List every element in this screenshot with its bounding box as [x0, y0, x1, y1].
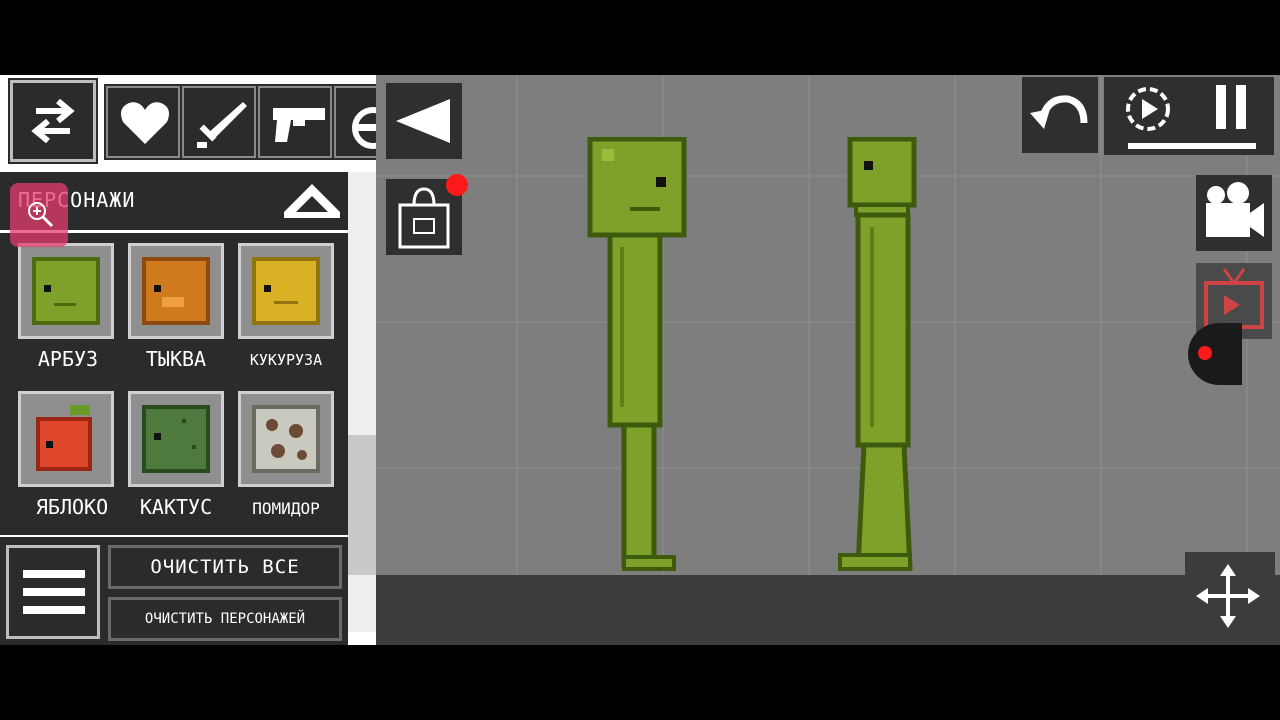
melon-character-right[interactable]: [834, 137, 924, 577]
bomb-icon: [352, 107, 376, 149]
pumpkin-head-icon: [142, 257, 210, 325]
menu-icon-bar: [23, 570, 85, 578]
spawn-menu-panel: ПЕРСОНАЖИ АРБУЗ ТЫКВА КУКУРУЗА ЯБЛОКО КА…: [0, 75, 376, 645]
item-label: КУКУРУЗА: [249, 351, 323, 369]
sword-icon: [197, 102, 247, 148]
undo-button[interactable]: [1022, 77, 1098, 153]
item-thumbnail: [18, 243, 114, 339]
move-arrows-icon: [1196, 564, 1260, 628]
pause-icon[interactable]: [1204, 77, 1264, 137]
swap-arrows-icon: [31, 99, 75, 143]
record-dot: [1198, 346, 1212, 360]
slow-motion-icon[interactable]: [1104, 77, 1184, 137]
item-thumbnail: [18, 391, 114, 487]
bottom-bar: ОЧИСТИТЬ ВСЕ ОЧИСТИТЬ ПЕРСОНАЖЕЙ: [0, 537, 348, 645]
tab-melee[interactable]: [182, 86, 256, 158]
item-thumbnail: [238, 243, 334, 339]
category-tabs-bar: [0, 75, 376, 165]
items-grid: АРБУЗ ТЫКВА КУКУРУЗА ЯБЛОКО КАКТУС ПОМИД…: [0, 233, 348, 535]
video-camera-icon: [1206, 182, 1264, 237]
tab-explosives[interactable]: [334, 86, 376, 158]
screen-record-bubble[interactable]: [1188, 323, 1242, 385]
triangle-left-icon: [396, 99, 450, 143]
tab-living[interactable]: [106, 86, 180, 158]
heart-icon: [121, 102, 169, 144]
item-label: КАКТУС: [139, 495, 213, 519]
time-scale-bar: [1128, 143, 1256, 149]
move-button[interactable]: [1185, 552, 1275, 642]
menu-button[interactable]: [6, 545, 100, 639]
melon-character-left[interactable]: [586, 137, 696, 577]
watermelon-head-icon: [32, 257, 100, 325]
game-screen: ПЕРСОНАЖИ АРБУЗ ТЫКВА КУКУРУЗА ЯБЛОКО КА…: [0, 75, 1280, 645]
camera-button[interactable]: [1196, 175, 1272, 251]
item-label: ТЫКВА: [145, 347, 207, 371]
category-tabs: [104, 84, 376, 160]
clear-all-button[interactable]: ОЧИСТИТЬ ВСЕ: [108, 545, 342, 589]
chevron-up-icon[interactable]: [282, 182, 342, 222]
floor: [376, 575, 1280, 645]
tomato-jar-icon: [252, 405, 320, 473]
zoom-button[interactable]: [10, 183, 68, 247]
undo-icon: [1030, 95, 1088, 129]
item-thumbnail: [238, 391, 334, 487]
notification-dot: [446, 174, 468, 196]
swap-button[interactable]: [8, 78, 98, 164]
item-thumbnail: [128, 391, 224, 487]
cactus-head-icon: [142, 405, 210, 473]
hide-menu-button[interactable]: [386, 83, 462, 159]
apple-head-icon: [36, 405, 92, 471]
clear-characters-button[interactable]: ОЧИСТИТЬ ПЕРСОНАЖЕЙ: [108, 597, 342, 641]
item-thumbnail: [128, 243, 224, 339]
item-label: АРБУЗ: [37, 347, 99, 371]
corn-head-icon: [252, 257, 320, 325]
tab-firearms[interactable]: [258, 86, 332, 158]
menu-icon-bar: [23, 588, 85, 596]
menu-icon-bar: [23, 606, 85, 614]
item-label: ПОМИДОР: [252, 499, 320, 518]
pistol-icon: [273, 108, 325, 142]
sandbox-playfield[interactable]: [376, 75, 1280, 645]
item-label: ЯБЛОКО: [35, 495, 109, 519]
zoom-in-icon: [28, 202, 54, 228]
scrollbar-thumb[interactable]: [348, 435, 376, 575]
